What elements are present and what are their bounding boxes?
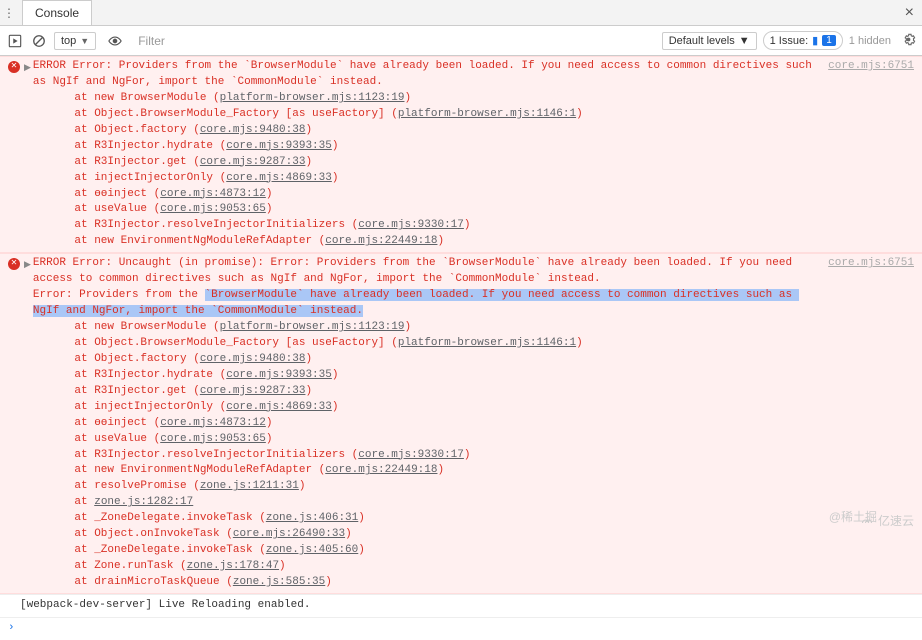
stack-source-link[interactable]: zone.js:406:31 — [266, 512, 358, 524]
stack-frame: at resolvePromise (zone.js:1211:31) — [48, 479, 914, 495]
stack-source-link[interactable]: zone.js:178:47 — [187, 560, 279, 572]
context-selector[interactable]: top ▼ — [54, 32, 96, 50]
error-source-link[interactable]: core.mjs:6751 — [828, 59, 914, 75]
stack-source-link[interactable]: core.mjs:9480:38 — [200, 124, 306, 136]
stack-source-link[interactable]: core.mjs:4869:33 — [226, 401, 332, 413]
stack-frame: at R3Injector.hydrate (core.mjs:9393:35) — [48, 139, 914, 155]
console-error-message: ✕ ▶ ERROR Error: Uncaught (in promise): … — [0, 253, 922, 594]
stack-source-link[interactable]: platform-browser.mjs:1123:19 — [220, 92, 405, 104]
stack-source-link[interactable]: core.mjs:9287:33 — [200, 156, 306, 168]
stack-frame: at Object.onInvokeTask (core.mjs:26490:3… — [48, 527, 914, 543]
chevron-down-icon: ▼ — [80, 36, 89, 46]
stack-source-link[interactable]: platform-browser.mjs:1123:19 — [220, 321, 405, 333]
stack-source-link[interactable]: zone.js:585:35 — [233, 576, 325, 588]
stack-frame: at ɵɵinject (core.mjs:4873:12) — [48, 416, 914, 432]
stack-frame: at _ZoneDelegate.invokeTask (zone.js:406… — [48, 511, 914, 527]
stack-source-link[interactable]: zone.js:1282:17 — [94, 496, 193, 508]
stack-frame: at new BrowserModule (platform-browser.m… — [48, 91, 914, 107]
levels-label: Default levels — [669, 35, 735, 47]
issues-chat-icon: ▮ — [812, 34, 818, 47]
hidden-count[interactable]: 1 hidden — [849, 35, 891, 47]
disclosure-triangle[interactable]: ▶ — [24, 62, 31, 75]
error-text[interactable]: ERROR Error: Providers from the `Browser… — [33, 59, 820, 91]
stack-frame: at drainMicroTaskQueue (zone.js:585:35) — [48, 575, 914, 591]
console-body: ✕ ▶ ERROR Error: Providers from the `Bro… — [0, 56, 922, 640]
stack-source-link[interactable]: core.mjs:9053:65 — [160, 203, 266, 215]
log-levels-selector[interactable]: Default levels ▼ — [662, 32, 757, 50]
console-prompt[interactable]: › — [0, 618, 922, 640]
stack-source-link[interactable]: core.mjs:9330:17 — [358, 449, 464, 461]
stack-frame: at R3Injector.get (core.mjs:9287:33) — [48, 384, 914, 400]
error-source-link[interactable]: core.mjs:6751 — [828, 256, 914, 272]
stack-source-link[interactable]: zone.js:1211:31 — [200, 480, 299, 492]
devtools-tab-bar: ⋮ Console × — [0, 0, 922, 26]
stack-frame: at Object.BrowserModule_Factory [as useF… — [48, 107, 914, 123]
filter-input[interactable] — [134, 30, 655, 52]
stack-frame: at R3Injector.get (core.mjs:9287:33) — [48, 155, 914, 171]
stack-frame: at R3Injector.hydrate (core.mjs:9393:35) — [48, 368, 914, 384]
stack-frame: at Object.factory (core.mjs:9480:38) — [48, 123, 914, 139]
stack-source-link[interactable]: zone.js:405:60 — [266, 544, 358, 556]
stack-source-link[interactable]: core.mjs:4869:33 — [226, 172, 332, 184]
eye-icon[interactable] — [106, 32, 124, 50]
context-label: top — [61, 35, 76, 47]
stack-source-link[interactable]: core.mjs:22449:18 — [325, 235, 437, 247]
stack-frame: at new BrowserModule (platform-browser.m… — [48, 320, 914, 336]
console-log-message[interactable]: [webpack-dev-server] Live Reloading enab… — [0, 594, 922, 618]
console-toolbar: top ▼ Default levels ▼ 1 Issue: ▮ 1 1 hi… — [0, 26, 922, 56]
stack-frame: at useValue (core.mjs:9053:65) — [48, 202, 914, 218]
stack-frame: at new EnvironmentNgModuleRefAdapter (co… — [48, 234, 914, 250]
issues-button[interactable]: 1 Issue: ▮ 1 — [763, 31, 843, 50]
gear-icon[interactable] — [901, 32, 916, 50]
chevron-down-icon: ▼ — [739, 35, 750, 47]
stack-source-link[interactable]: core.mjs:9480:38 — [200, 353, 306, 365]
error-icon: ✕ — [8, 61, 20, 73]
stack-frame: at Object.BrowserModule_Factory [as useF… — [48, 336, 914, 352]
stack-source-link[interactable]: platform-browser.mjs:1146:1 — [398, 108, 576, 120]
play-icon[interactable] — [6, 32, 24, 50]
stack-source-link[interactable]: platform-browser.mjs:1146:1 — [398, 337, 576, 349]
issues-count-badge: 1 — [822, 35, 836, 46]
close-icon[interactable]: × — [905, 4, 914, 22]
error-icon: ✕ — [8, 258, 20, 270]
stack-frame: at R3Injector.resolveInjectorInitializer… — [48, 448, 914, 464]
stack-source-link[interactable]: core.mjs:9393:35 — [226, 369, 332, 381]
issues-label: 1 Issue: — [770, 35, 809, 47]
stack-frame: at useValue (core.mjs:9053:65) — [48, 432, 914, 448]
stack-frame: at new EnvironmentNgModuleRefAdapter (co… — [48, 463, 914, 479]
error-text[interactable]: ERROR Error: Uncaught (in promise): Erro… — [33, 256, 820, 320]
tab-console[interactable]: Console — [22, 0, 92, 25]
stack-frame: at injectInjectorOnly (core.mjs:4869:33) — [48, 400, 914, 416]
stack-source-link[interactable]: core.mjs:4873:12 — [160, 417, 266, 429]
filter-input-wrap — [134, 30, 655, 52]
stack-frame: at injectInjectorOnly (core.mjs:4869:33) — [48, 171, 914, 187]
stack-frame: at Object.factory (core.mjs:9480:38) — [48, 352, 914, 368]
stack-frame: at zone.js:1282:17 — [48, 495, 914, 511]
stack-frame: at R3Injector.resolveInjectorInitializer… — [48, 218, 914, 234]
stack-source-link[interactable]: core.mjs:9287:33 — [200, 385, 306, 397]
stack-source-link[interactable]: core.mjs:9393:35 — [226, 140, 332, 152]
stack-source-link[interactable]: core.mjs:9053:65 — [160, 433, 266, 445]
console-error-message: ✕ ▶ ERROR Error: Providers from the `Bro… — [0, 56, 922, 253]
disclosure-triangle[interactable]: ▶ — [24, 259, 31, 272]
stack-frame: at Zone.runTask (zone.js:178:47) — [48, 559, 914, 575]
stack-frame: at ɵɵinject (core.mjs:4873:12) — [48, 187, 914, 203]
clear-console-icon[interactable] — [30, 32, 48, 50]
stack-source-link[interactable]: core.mjs:22449:18 — [325, 464, 437, 476]
stack-trace: at new BrowserModule (platform-browser.m… — [8, 320, 914, 591]
kebab-menu-icon[interactable]: ⋮ — [0, 6, 18, 20]
stack-source-link[interactable]: core.mjs:4873:12 — [160, 188, 266, 200]
stack-frame: at _ZoneDelegate.invokeTask (zone.js:405… — [48, 543, 914, 559]
stack-trace: at new BrowserModule (platform-browser.m… — [8, 91, 914, 250]
stack-source-link[interactable]: core.mjs:9330:17 — [358, 219, 464, 231]
stack-source-link[interactable]: core.mjs:26490:33 — [233, 528, 345, 540]
